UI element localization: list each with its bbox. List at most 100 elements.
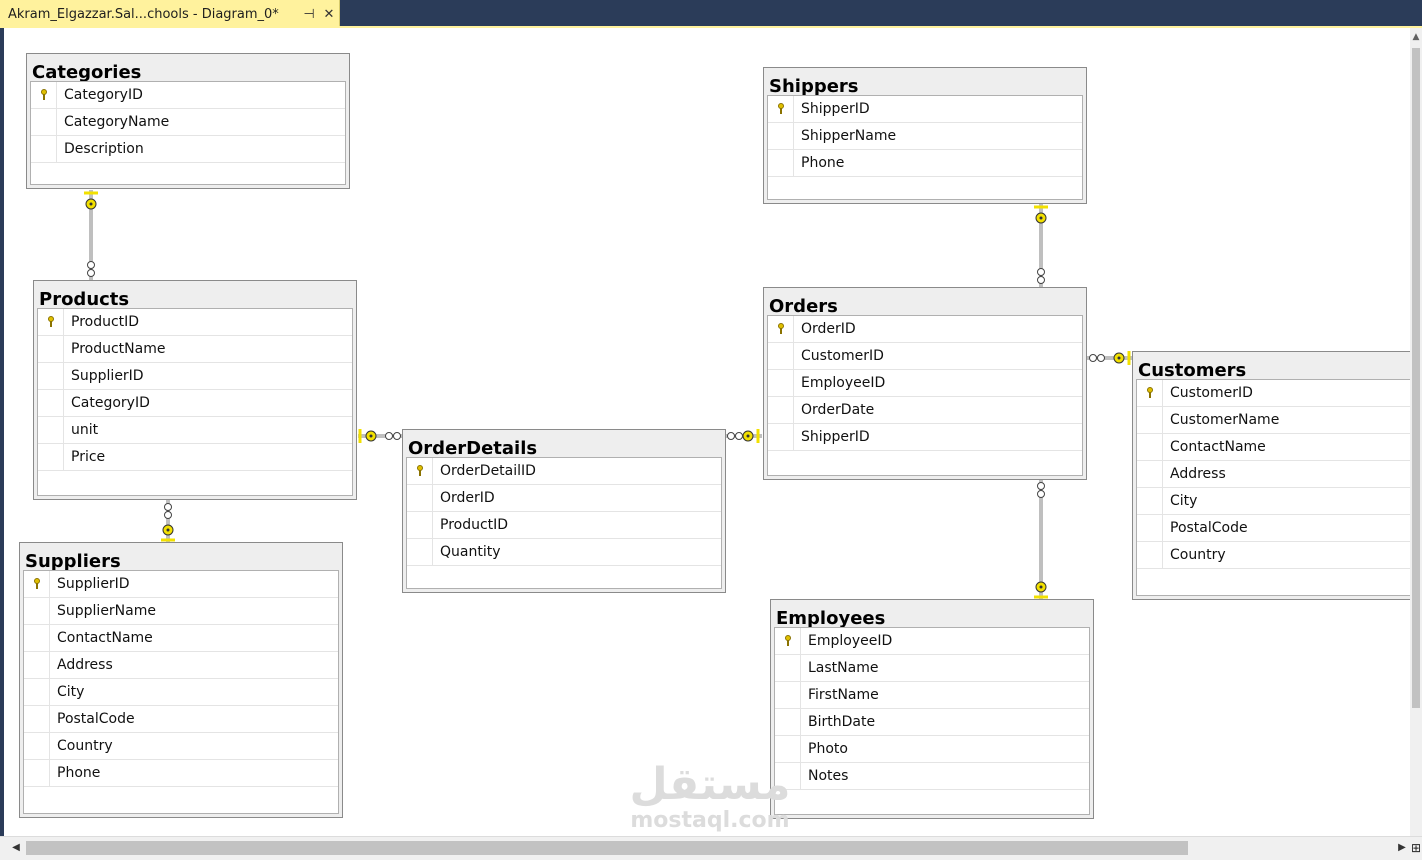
column-row[interactable]: SupplierID (24, 571, 338, 598)
column-row[interactable]: Notes (775, 763, 1089, 790)
column-row[interactable]: City (1137, 488, 1422, 515)
column-row[interactable]: City (24, 679, 338, 706)
column-row[interactable]: Description (31, 136, 345, 163)
column-row[interactable]: EmployeeID (768, 370, 1082, 397)
table-orders[interactable]: Orders OrderID CustomerID EmployeeID OrderD… (763, 287, 1087, 480)
row-selector[interactable] (38, 309, 64, 335)
table-employees[interactable]: Employees EmployeeID LastName FirstName Bir… (770, 599, 1094, 819)
column-row[interactable]: CategoryID (38, 390, 352, 417)
column-row[interactable]: Address (24, 652, 338, 679)
row-selector[interactable] (38, 444, 64, 470)
column-row[interactable]: ShipperID (768, 96, 1082, 123)
table-products[interactable]: Products ProductID ProductName SupplierID C… (33, 280, 357, 500)
column-row[interactable]: CustomerID (1137, 380, 1422, 407)
row-selector[interactable] (1137, 488, 1163, 514)
navigate-diagram-icon[interactable]: ⊞ (1410, 839, 1422, 857)
row-selector[interactable] (1137, 461, 1163, 487)
table-categories[interactable]: Categories CategoryID CategoryName Descrip… (26, 53, 350, 189)
row-selector[interactable] (1137, 434, 1163, 460)
tab-diagram[interactable]: Akram_Elgazzar.Sal...chools - Diagram_0*… (0, 0, 340, 28)
column-row[interactable]: Country (24, 733, 338, 760)
table-title[interactable]: Suppliers (20, 543, 342, 571)
column-row[interactable]: OrderDetailID (407, 458, 721, 485)
column-row[interactable]: OrderID (768, 316, 1082, 343)
column-row[interactable]: Phone (768, 150, 1082, 177)
row-selector[interactable] (1137, 515, 1163, 541)
column-row[interactable]: OrderDate (768, 397, 1082, 424)
column-row[interactable]: ContactName (1137, 434, 1422, 461)
row-selector[interactable] (1137, 407, 1163, 433)
column-row[interactable]: FirstName (775, 682, 1089, 709)
horizontal-scrollbar[interactable]: ◀ ▶ ⊞ (0, 836, 1422, 860)
table-title[interactable]: Categories (27, 54, 349, 82)
column-row[interactable]: LastName (775, 655, 1089, 682)
row-selector[interactable] (775, 628, 801, 654)
table-title[interactable]: Shippers (764, 68, 1086, 96)
column-row[interactable]: PostalCode (24, 706, 338, 733)
row-selector[interactable] (768, 424, 794, 450)
row-selector[interactable] (31, 82, 57, 108)
column-row[interactable]: ShipperID (768, 424, 1082, 451)
row-selector[interactable] (768, 96, 794, 122)
row-selector[interactable] (775, 682, 801, 708)
column-row[interactable]: Phone (24, 760, 338, 787)
column-row[interactable]: CustomerID (768, 343, 1082, 370)
row-selector[interactable] (768, 343, 794, 369)
row-selector[interactable] (1137, 542, 1163, 568)
row-selector[interactable] (768, 316, 794, 342)
row-selector[interactable] (31, 109, 57, 135)
row-selector[interactable] (38, 417, 64, 443)
row-selector[interactable] (768, 370, 794, 396)
table-title[interactable]: Customers (1133, 352, 1422, 380)
row-selector[interactable] (407, 539, 433, 565)
pin-icon[interactable]: ⊣ (299, 7, 319, 22)
vertical-scroll-thumb[interactable] (1412, 48, 1420, 708)
row-selector[interactable] (775, 709, 801, 735)
table-title[interactable]: OrderDetails (403, 430, 725, 458)
scroll-right-arrow-icon[interactable]: ▶ (1392, 837, 1412, 859)
row-selector[interactable] (407, 512, 433, 538)
scroll-left-arrow-icon[interactable]: ◀ (6, 837, 26, 859)
column-row[interactable]: EmployeeID (775, 628, 1089, 655)
row-selector[interactable] (407, 485, 433, 511)
column-row[interactable]: ContactName (24, 625, 338, 652)
column-row[interactable]: SupplierName (24, 598, 338, 625)
table-shippers[interactable]: Shippers ShipperID ShipperName Phone (763, 67, 1087, 204)
column-row[interactable]: PostalCode (1137, 515, 1422, 542)
row-selector[interactable] (24, 598, 50, 624)
row-selector[interactable] (24, 706, 50, 732)
row-selector[interactable] (768, 397, 794, 423)
column-row[interactable]: BirthDate (775, 709, 1089, 736)
table-suppliers[interactable]: Suppliers SupplierID SupplierName ContactN… (19, 542, 343, 818)
row-selector[interactable] (24, 571, 50, 597)
table-title[interactable]: Orders (764, 288, 1086, 316)
row-selector[interactable] (24, 679, 50, 705)
vertical-scrollbar[interactable]: ▲ (1410, 28, 1422, 836)
horizontal-scroll-thumb[interactable] (26, 841, 1188, 855)
row-selector[interactable] (38, 363, 64, 389)
row-selector[interactable] (768, 150, 794, 176)
close-icon[interactable]: ✕ (319, 7, 339, 22)
table-orderdetails[interactable]: OrderDetails OrderDetailID OrderID Product… (402, 429, 726, 593)
tab-title[interactable]: Akram_Elgazzar.Sal...chools - Diagram_0* (8, 7, 299, 22)
column-row[interactable]: Quantity (407, 539, 721, 566)
row-selector[interactable] (407, 458, 433, 484)
column-row[interactable]: SupplierID (38, 363, 352, 390)
column-row[interactable]: ProductID (407, 512, 721, 539)
column-row[interactable]: Price (38, 444, 352, 471)
column-row[interactable]: CustomerName (1137, 407, 1422, 434)
column-row[interactable]: unit (38, 417, 352, 444)
row-selector[interactable] (31, 136, 57, 162)
row-selector[interactable] (24, 760, 50, 786)
row-selector[interactable] (1137, 380, 1163, 406)
row-selector[interactable] (24, 733, 50, 759)
row-selector[interactable] (38, 336, 64, 362)
column-row[interactable]: Photo (775, 736, 1089, 763)
column-row[interactable]: ProductName (38, 336, 352, 363)
table-customers[interactable]: Customers CustomerID CustomerName ContactN… (1132, 351, 1422, 600)
column-row[interactable]: CategoryName (31, 109, 345, 136)
scroll-up-arrow-icon[interactable]: ▲ (1410, 28, 1422, 46)
row-selector[interactable] (38, 390, 64, 416)
column-row[interactable]: OrderID (407, 485, 721, 512)
row-selector[interactable] (24, 652, 50, 678)
